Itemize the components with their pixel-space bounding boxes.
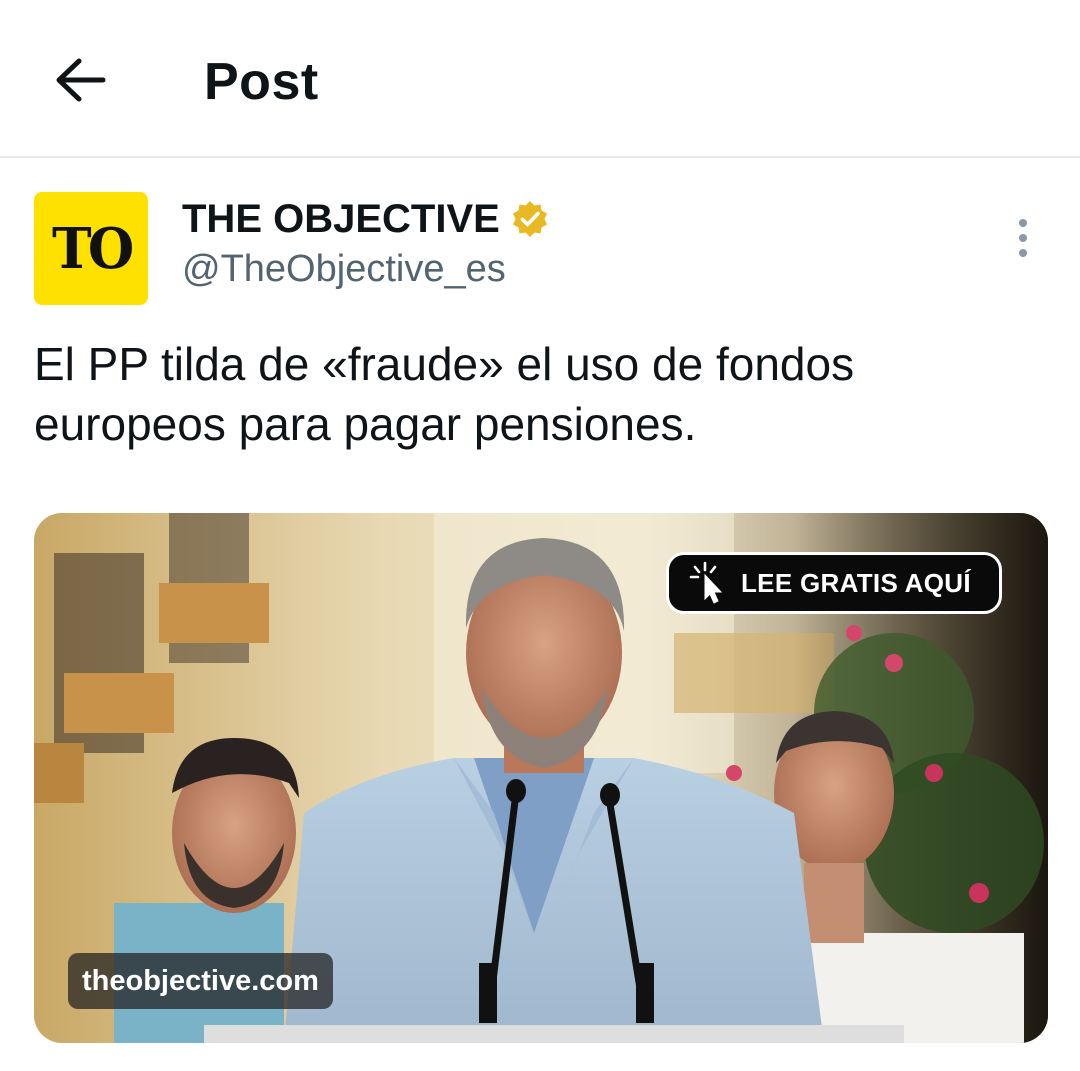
author-display-name[interactable]: THE OBJECTIVE	[182, 196, 550, 242]
link-domain-chip[interactable]: theobjective.com	[68, 953, 333, 1009]
page-title: Post	[204, 53, 319, 111]
arrow-left-icon	[56, 58, 106, 102]
top-bar: Post	[0, 0, 1080, 158]
avatar-logo-text: TO	[51, 215, 134, 282]
post-text: El PP tilda de «fraude» el uso de fondos…	[34, 338, 855, 450]
more-options-button[interactable]	[998, 208, 1048, 268]
more-dot	[1019, 249, 1027, 257]
more-dot	[1019, 234, 1027, 242]
post-media-card[interactable]: LEE GRATIS AQUÍ theobjective.com	[34, 513, 1048, 1043]
back-button[interactable]	[44, 44, 116, 116]
cursor-click-icon	[689, 561, 723, 604]
more-vertical-icon	[1019, 219, 1027, 227]
author-name-text: THE OBJECTIVE	[182, 197, 500, 241]
read-free-cta-badge[interactable]: LEE GRATIS AQUÍ	[666, 552, 1002, 614]
avatar[interactable]: TO	[34, 192, 148, 305]
cta-label: LEE GRATIS AQUÍ	[741, 567, 971, 598]
author-handle[interactable]: @TheObjective_es	[182, 246, 506, 292]
gold-verified-badge-icon	[512, 201, 547, 237]
